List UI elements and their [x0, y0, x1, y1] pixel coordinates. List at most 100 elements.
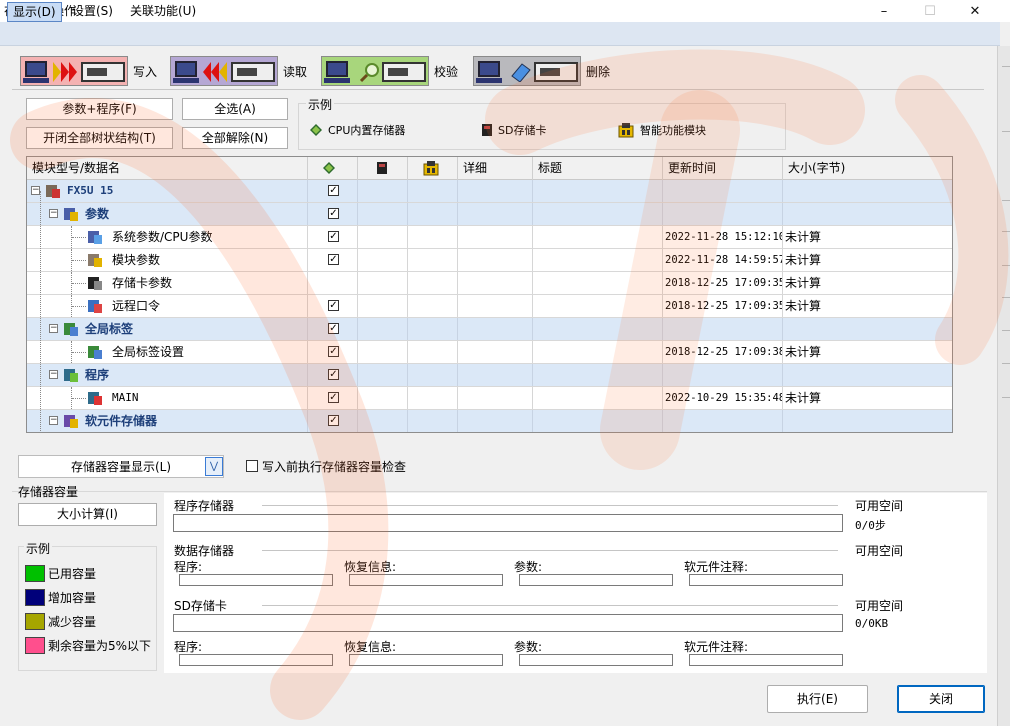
read-mode-icon	[170, 56, 278, 86]
divider	[262, 505, 838, 506]
collapse-icon[interactable]: −	[49, 209, 58, 218]
header-update-time[interactable]: 更新时间	[663, 157, 783, 180]
table-row[interactable]: − 全局标签 ✓	[27, 318, 952, 341]
row-checkbox[interactable]: ✓	[328, 369, 339, 380]
row-checkbox[interactable]: ✓	[328, 346, 339, 357]
computer-icon	[478, 61, 500, 77]
table-row[interactable]: 存储卡参数 2018-12-25 17:09:35 未计算	[27, 272, 952, 295]
system-parameter-icon	[88, 231, 102, 244]
cell-size	[783, 180, 952, 202]
deselect-all-button[interactable]: 全部解除(N)	[182, 127, 288, 149]
header-intelligent-module[interactable]	[408, 157, 458, 180]
tree-line	[72, 237, 86, 238]
minimize-button[interactable]: –	[862, 0, 906, 22]
row-checkbox[interactable]: ✓	[328, 254, 339, 265]
row-checkbox[interactable]: ✓	[328, 185, 339, 196]
cell-sd	[358, 318, 408, 340]
computer-icon	[175, 61, 197, 77]
row-checkbox[interactable]: ✓	[328, 300, 339, 311]
cell-time	[663, 203, 783, 225]
header-detail[interactable]: 详细	[458, 157, 533, 180]
cell-detail	[458, 341, 533, 363]
header-cpu-memory[interactable]	[308, 157, 358, 180]
sd-card-parameter-label: 参数:	[514, 640, 543, 654]
mode-read-tab[interactable]: 读取	[170, 56, 307, 86]
data-memory-recovery-bar	[349, 574, 503, 586]
device-memory-icon	[64, 415, 78, 428]
row-checkbox[interactable]: ✓	[328, 392, 339, 403]
cell-sd	[358, 180, 408, 202]
execute-button[interactable]: 执行(E)	[767, 685, 868, 713]
maximize-button[interactable]: ☐	[908, 0, 952, 22]
collapse-icon[interactable]: −	[49, 324, 58, 333]
close-window-button[interactable]: ✕	[953, 0, 997, 22]
cell-cpu	[308, 272, 358, 294]
table-row[interactable]: − FX5U 15 ✓	[27, 180, 952, 203]
mode-verify-tab[interactable]: 校验	[321, 56, 458, 86]
table-row[interactable]: − 程序 ✓	[27, 364, 952, 387]
table-row[interactable]: MAIN ✓ 2022-10-29 15:35:48 未计算	[27, 387, 952, 410]
row-checkbox[interactable]: ✓	[328, 415, 339, 426]
select-all-button[interactable]: 全选(A)	[182, 98, 288, 120]
eraser-icon	[511, 63, 531, 82]
sd-card-comment-bar	[689, 654, 843, 666]
toggle-tree-button[interactable]: 开闭全部树状结构(T)	[26, 127, 173, 149]
header-title[interactable]: 标题	[533, 157, 663, 180]
sample-sd-card: SD存储卡	[482, 122, 546, 138]
table-row[interactable]: − 参数 ✓	[27, 203, 952, 226]
tree-line	[72, 352, 86, 353]
table-row[interactable]: − 软元件存储器 ✓	[27, 410, 952, 432]
cell-name: − FX5U 15	[27, 180, 308, 202]
cell-sd	[358, 203, 408, 225]
global-label-icon	[64, 323, 78, 336]
cell-title	[533, 318, 663, 340]
strip-tick	[1002, 231, 1010, 232]
sample-intelligent-module-label: 智能功能模块	[640, 124, 706, 137]
cell-size	[783, 203, 952, 225]
legend-low-remaining-label: 剩余容量为5%以下	[48, 639, 152, 653]
program-icon	[64, 369, 78, 382]
memory-capacity-display-dropdown[interactable]: 存储器容量显示(L)	[18, 455, 224, 478]
menu-display[interactable]: 显示(D)	[7, 2, 62, 22]
cell-mod	[408, 249, 458, 271]
header-sd-card[interactable]	[358, 157, 408, 180]
table-row[interactable]: 模块参数 ✓ 2022-11-28 14:59:57 未计算	[27, 249, 952, 272]
menu-related-functions[interactable]: 关联功能(U)	[125, 2, 201, 22]
cell-mod	[408, 364, 458, 386]
mode-write-tab[interactable]: 写入	[20, 56, 157, 86]
cell-name: 模块参数	[27, 249, 308, 271]
row-checkbox[interactable]: ✓	[328, 231, 339, 242]
sd-card-value: 0/0KB	[855, 617, 889, 630]
row-checkbox[interactable]: ✓	[328, 323, 339, 334]
sd-card-comment-label: 软元件注释:	[684, 640, 749, 654]
magnifier-icon	[360, 63, 379, 83]
computer-base-icon	[173, 78, 199, 83]
table-row[interactable]: 全局标签设置 ✓ 2018-12-25 17:09:38 未计算	[27, 341, 952, 364]
row-checkbox[interactable]: ✓	[328, 208, 339, 219]
cell-title	[533, 249, 663, 271]
capacity-check-checkbox[interactable]	[246, 460, 258, 472]
close-button[interactable]: 关闭	[897, 685, 985, 713]
plc-icon	[81, 62, 125, 82]
size-calculation-button[interactable]: 大小计算(I)	[18, 503, 157, 526]
cell-mod	[408, 272, 458, 294]
mode-verify-label: 校验	[434, 64, 459, 79]
sd-card-bar	[173, 614, 843, 632]
header-module-name[interactable]: 模块型号/数据名	[27, 157, 308, 180]
header-size[interactable]: 大小(字节)	[783, 157, 952, 180]
table-row[interactable]: 远程口令 ✓ 2018-12-25 17:09:35 未计算	[27, 295, 952, 318]
collapse-icon[interactable]: −	[49, 370, 58, 379]
parameter-program-button[interactable]: 参数+程序(F)	[26, 98, 173, 120]
chevron-down-icon[interactable]: ⋁	[205, 457, 223, 476]
memory-capacity-title: 存储器容量	[18, 485, 79, 499]
collapse-icon[interactable]: −	[31, 186, 40, 195]
collapse-icon[interactable]: −	[49, 416, 58, 425]
strip-tick	[1002, 66, 1010, 67]
table-row[interactable]: 系统参数/CPU参数 ✓ 2022-11-28 15:12:10 未计算	[27, 226, 952, 249]
menu-settings[interactable]: 设置(S)	[67, 2, 118, 22]
mode-delete-tab[interactable]: 删除	[473, 56, 610, 86]
cell-mod	[408, 180, 458, 202]
cell-time: 2022-10-29 15:35:48	[663, 387, 783, 409]
sample-intelligent-module: 智能功能模块	[618, 122, 706, 138]
memory-card-parameter-icon	[88, 277, 102, 290]
